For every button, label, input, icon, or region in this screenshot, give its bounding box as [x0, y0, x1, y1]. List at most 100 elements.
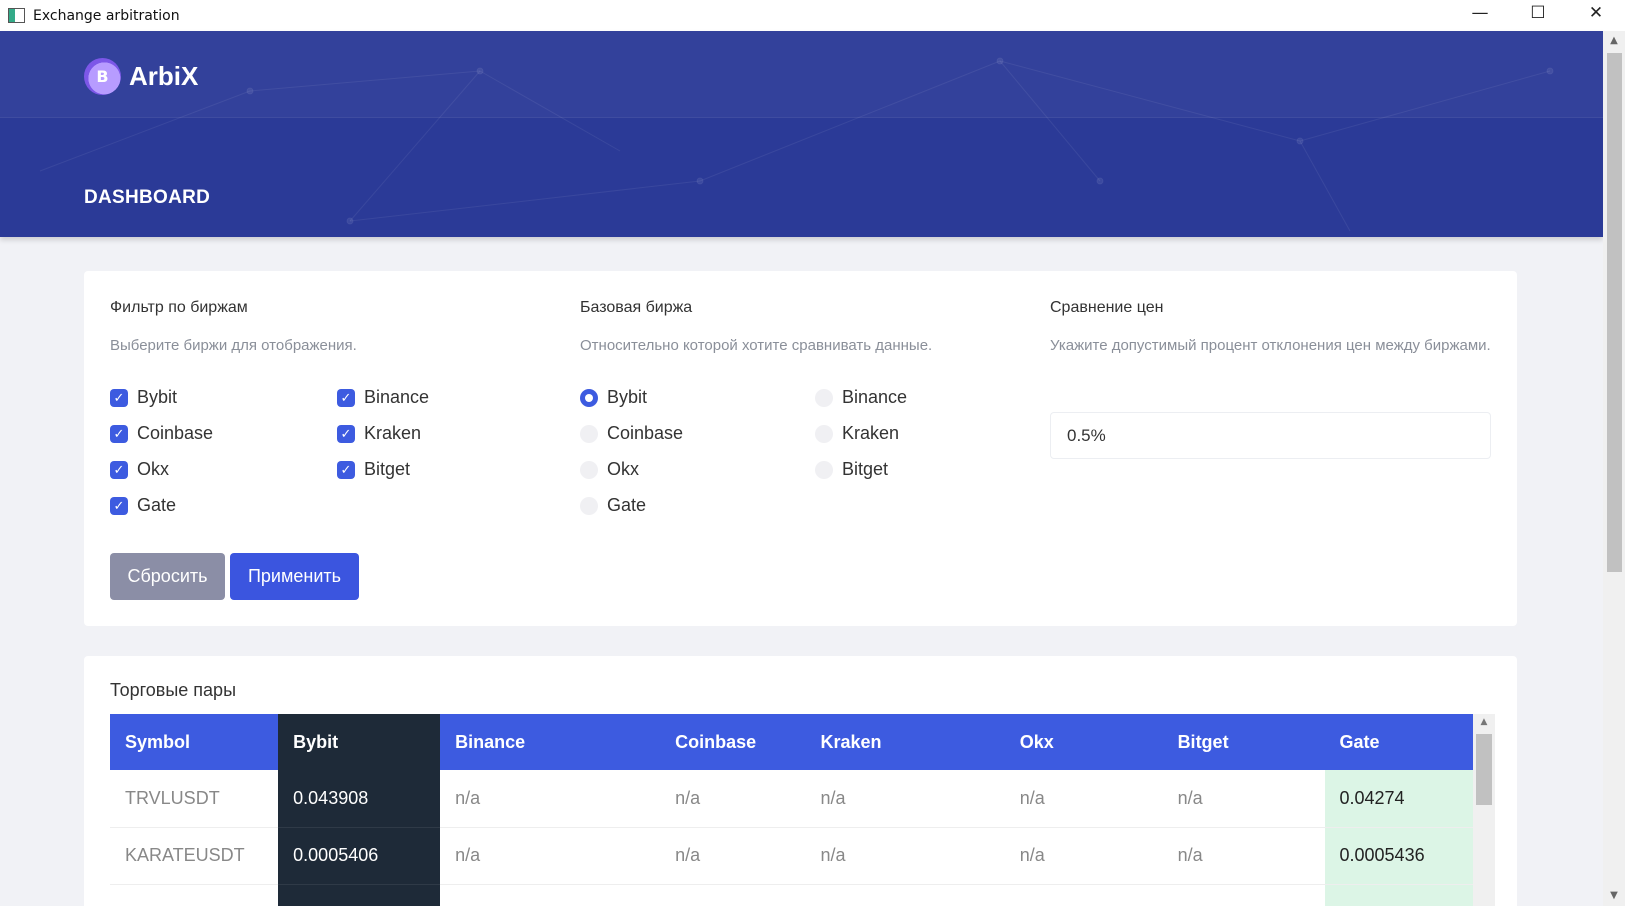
base-radio-bitget[interactable]: Bitget — [815, 459, 888, 480]
table-scrollbar-thumb[interactable] — [1476, 734, 1492, 805]
filter-checkbox-coinbase[interactable]: ✓ Coinbase — [110, 423, 213, 444]
checkbox-checked-icon[interactable]: ✓ — [110, 460, 128, 479]
trading-pairs-table: Symbol Bybit Binance Coinbase Kraken Okx… — [110, 714, 1473, 906]
column-header-bybit[interactable]: Bybit — [278, 714, 441, 770]
window-titlebar: Exchange arbitration — ☐ ✕ — [0, 0, 1625, 31]
price-cell: n/a — [1004, 827, 1163, 885]
price-cell — [1004, 884, 1163, 906]
radio-selected-icon[interactable] — [580, 388, 598, 407]
table-row[interactable]: TRVLUSDT 0.043908 n/a n/a n/a n/a n/a 0.… — [110, 770, 1473, 828]
radio-unselected-icon[interactable] — [580, 496, 598, 515]
radio-label: Binance — [842, 387, 908, 407]
window-scrollbar[interactable]: ▲ ▼ — [1603, 31, 1625, 906]
app-header: B ArbiX DASHBOARD — [0, 31, 1603, 237]
checkbox-label: Bitget — [364, 459, 411, 479]
window-scrollbar-thumb[interactable] — [1607, 53, 1622, 572]
column-header-kraken[interactable]: Kraken — [805, 714, 1005, 770]
scroll-down-icon[interactable]: ▼ — [1603, 888, 1625, 904]
column-header-coinbase[interactable]: Coinbase — [660, 714, 806, 770]
price-compare-title: Сравнение цен — [1050, 299, 1164, 316]
radio-unselected-icon[interactable] — [815, 388, 833, 407]
checkbox-checked-icon[interactable]: ✓ — [337, 424, 355, 443]
trading-pairs-title: Торговые пары — [110, 680, 237, 700]
checkbox-checked-icon[interactable]: ✓ — [110, 424, 128, 443]
radio-label: Bybit — [607, 387, 648, 407]
close-icon[interactable]: ✕ — [1567, 0, 1625, 25]
price-cell: n/a — [1162, 770, 1325, 828]
checkbox-checked-icon[interactable]: ✓ — [337, 388, 355, 407]
symbol-cell — [110, 884, 279, 906]
filter-checkbox-okx[interactable]: ✓ Okx — [110, 459, 169, 480]
radio-label: Gate — [607, 495, 647, 515]
reset-button[interactable]: Сбросить — [110, 553, 225, 600]
base-radio-binance[interactable]: Binance — [815, 387, 907, 408]
symbol-cell: KARATEUSDT — [110, 827, 279, 885]
price-compare-description: Укажите допустимый процент отклонения це… — [1050, 337, 1491, 354]
base-radio-kraken[interactable]: Kraken — [815, 423, 899, 444]
price-cell: n/a — [440, 827, 661, 885]
base-radio-gate[interactable]: Gate — [580, 495, 646, 516]
apply-button[interactable]: Применить — [230, 553, 359, 600]
column-header-bitget[interactable]: Bitget — [1162, 714, 1325, 770]
price-cell: n/a — [440, 770, 661, 828]
price-cell: 0.043908 — [278, 770, 441, 828]
radio-label: Okx — [607, 459, 640, 479]
base-radio-coinbase[interactable]: Coinbase — [580, 423, 683, 444]
symbol-cell: TRVLUSDT — [110, 770, 279, 828]
table-scrollbar[interactable]: ▲ — [1473, 714, 1495, 906]
column-header-binance[interactable]: Binance — [440, 714, 661, 770]
filter-checkbox-gate[interactable]: ✓ Gate — [110, 495, 176, 516]
checkbox-checked-icon[interactable]: ✓ — [337, 460, 355, 479]
column-header-gate[interactable]: Gate — [1324, 714, 1473, 770]
table-header-row: Symbol Bybit Binance Coinbase Kraken Okx… — [110, 714, 1473, 770]
price-cell: n/a — [805, 827, 1005, 885]
checkbox-label: Kraken — [364, 423, 422, 443]
base-radio-okx[interactable]: Okx — [580, 459, 639, 480]
filter-checkbox-bybit[interactable]: ✓ Bybit — [110, 387, 177, 408]
radio-unselected-icon[interactable] — [580, 460, 598, 479]
checkbox-checked-icon[interactable]: ✓ — [110, 388, 128, 407]
price-cell — [1162, 884, 1325, 906]
radio-unselected-icon[interactable] — [815, 460, 833, 479]
filter-checkbox-binance[interactable]: ✓ Binance — [337, 387, 429, 408]
table-row[interactable] — [110, 884, 1473, 906]
minimize-icon[interactable]: — — [1451, 0, 1509, 25]
scroll-up-icon[interactable]: ▲ — [1473, 714, 1495, 730]
radio-label: Kraken — [842, 423, 900, 443]
window-title: Exchange arbitration — [33, 7, 180, 24]
base-radio-bybit[interactable]: Bybit — [580, 387, 647, 408]
radio-unselected-icon[interactable] — [580, 424, 598, 443]
filter-card: Фильтр по биржам Выберите биржи для отоб… — [84, 271, 1517, 626]
column-header-symbol[interactable]: Symbol — [110, 714, 279, 770]
exchange-filter-title: Фильтр по биржам — [110, 299, 248, 316]
price-cell: n/a — [660, 827, 806, 885]
scroll-up-icon[interactable]: ▲ — [1603, 33, 1625, 49]
price-cell — [278, 884, 441, 906]
filter-checkbox-kraken[interactable]: ✓ Kraken — [337, 423, 421, 444]
trading-pairs-table-container: Symbol Bybit Binance Coinbase Kraken Okx… — [110, 714, 1473, 906]
price-cell: 0.0005406 — [278, 827, 441, 885]
logo-text: ArbiX — [129, 61, 199, 91]
exchange-filter-description: Выберите биржи для отображения. — [110, 337, 357, 354]
checkbox-label: Gate — [137, 495, 177, 515]
price-cell — [440, 884, 661, 906]
app-icon — [8, 8, 25, 23]
maximize-icon[interactable]: ☐ — [1509, 0, 1567, 25]
checkbox-label: Okx — [137, 459, 170, 479]
checkbox-label: Coinbase — [137, 423, 214, 443]
radio-unselected-icon[interactable] — [815, 424, 833, 443]
radio-label: Bitget — [842, 459, 889, 479]
trading-pairs-card: Торговые пары Symbol Bybit Binance Coinb… — [84, 656, 1517, 906]
price-cell — [660, 884, 806, 906]
price-cell: n/a — [660, 770, 806, 828]
checkbox-checked-icon[interactable]: ✓ — [110, 496, 128, 515]
filter-checkbox-bitget[interactable]: ✓ Bitget — [337, 459, 410, 480]
price-cell-highlighted — [1324, 884, 1473, 906]
price-cell-highlighted: 0.04274 — [1324, 770, 1473, 828]
logo[interactable]: B ArbiX — [84, 58, 198, 95]
deviation-percent-input[interactable] — [1050, 412, 1491, 459]
table-row[interactable]: KARATEUSDT 0.0005406 n/a n/a n/a n/a n/a… — [110, 827, 1473, 885]
checkbox-label: Binance — [364, 387, 430, 407]
column-header-okx[interactable]: Okx — [1004, 714, 1163, 770]
page-title: DASHBOARD — [84, 187, 211, 208]
